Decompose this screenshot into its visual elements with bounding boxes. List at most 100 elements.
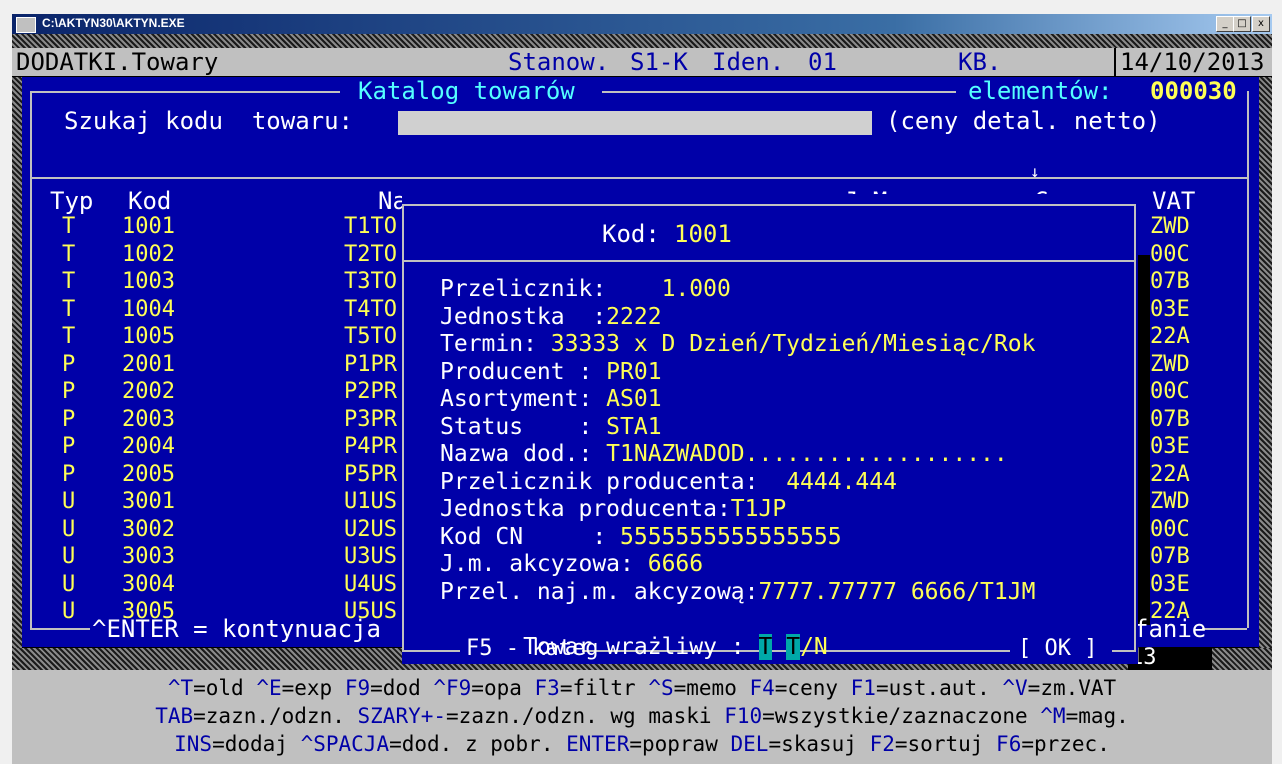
iden-value: 01 bbox=[808, 48, 837, 76]
frame-bottom-right bbox=[1202, 628, 1247, 630]
shortcut-key[interactable]: F10 bbox=[724, 704, 762, 728]
shortcut-key[interactable]: ENTER bbox=[566, 732, 629, 756]
shortcut-action: =dodaj bbox=[212, 732, 301, 756]
row-typ: T bbox=[62, 214, 76, 239]
dialog-field-value[interactable]: STA1 bbox=[606, 414, 661, 440]
row-nazwa: P5PR bbox=[344, 461, 397, 487]
shortcut-key[interactable]: ^F9 bbox=[433, 676, 471, 700]
ok-button[interactable]: [ OK ] bbox=[1018, 636, 1097, 662]
sensitive-option-t1[interactable]: T bbox=[758, 633, 773, 660]
continue-hint: ^ENTER = kontynuacja bbox=[92, 615, 381, 643]
dialog-field-value[interactable]: AS01 bbox=[606, 386, 661, 412]
shortcut-key[interactable]: DEL bbox=[731, 732, 769, 756]
dialog-field[interactable]: Termin: 33333 x D Dzień/Tydzień/Miesiąc/… bbox=[440, 331, 1035, 359]
shortcut-action: =ust.aut. bbox=[875, 676, 1003, 700]
shortcut-key[interactable]: F2 bbox=[870, 732, 895, 756]
row-kod: 2003 bbox=[122, 406, 175, 432]
row-vat: 22A bbox=[1150, 324, 1190, 349]
dialog-field-label: Nazwa dod.: bbox=[440, 441, 607, 467]
shortcut-key[interactable]: ^SPACJA bbox=[301, 732, 390, 756]
col-vat[interactable]: VAT bbox=[1152, 187, 1195, 215]
row-kod: 3003 bbox=[122, 544, 175, 569]
dialog-field-value[interactable]: 1.000 bbox=[662, 276, 731, 302]
row-vat: 07B bbox=[1150, 269, 1190, 294]
dialog-field-value[interactable]: 5555555555555555 bbox=[620, 524, 842, 550]
shortcut-action: =opa bbox=[471, 676, 535, 700]
row-typ: P bbox=[62, 406, 76, 432]
row-nazwa: U4US bbox=[344, 571, 397, 597]
row-nazwa: P2PR bbox=[344, 379, 397, 404]
window-titlebar[interactable]: C:\AKTYN30\AKTYN.EXE _ □ x bbox=[12, 14, 1272, 34]
row-typ: U bbox=[62, 599, 76, 624]
row-kod: 3002 bbox=[122, 516, 175, 542]
col-typ[interactable]: Typ bbox=[50, 187, 93, 215]
console-area: DODATKI.Towary Stanow. S1-K Iden. 01 KB.… bbox=[12, 34, 1272, 764]
dialog-field[interactable]: Przelicznik: 1.000 bbox=[440, 276, 731, 304]
col-kod[interactable]: Kod bbox=[128, 187, 171, 215]
dialog-field-value[interactable]: 33333 x D Dzień/Tydzień/Miesiąc/Rok bbox=[551, 331, 1036, 357]
shortcut-key[interactable]: F4 bbox=[749, 676, 774, 700]
row-vat: 00C bbox=[1150, 241, 1190, 267]
maximize-button[interactable]: □ bbox=[1233, 16, 1251, 32]
frame-top-left bbox=[30, 91, 340, 93]
shortcut-action: =skasuj bbox=[768, 732, 870, 756]
dialog-field-value[interactable]: 2222 bbox=[606, 304, 661, 330]
shortcut-key[interactable]: SZARY+- bbox=[358, 704, 447, 728]
dialog-field-value[interactable]: T1NAZWADOD................... bbox=[606, 441, 1008, 467]
row-typ: P bbox=[62, 351, 76, 377]
row-vat: 07B bbox=[1150, 406, 1190, 432]
dialog-field[interactable]: Przelicznik producenta: 4444.444 bbox=[440, 469, 897, 497]
dialog-field[interactable]: Kod CN : 5555555555555555 bbox=[440, 524, 842, 552]
search-input[interactable] bbox=[398, 111, 872, 135]
dialog-field[interactable]: Jednostka :2222 bbox=[440, 304, 662, 332]
row-kod: 1005 bbox=[122, 324, 175, 349]
shortcut-key[interactable]: ^M bbox=[1040, 704, 1065, 728]
shortcut-key[interactable]: F3 bbox=[535, 676, 560, 700]
dialog-field-value[interactable]: T1JP bbox=[731, 496, 786, 522]
row-kod: 2004 bbox=[122, 434, 175, 459]
elements-count: 000030 bbox=[1150, 77, 1237, 105]
category-hint[interactable]: F5 - kateg bbox=[466, 636, 598, 662]
dialog-field[interactable]: Jednostka producenta:T1JP bbox=[440, 496, 786, 524]
shortcut-key[interactable]: ^S bbox=[648, 676, 673, 700]
dialog-field-value[interactable]: PR01 bbox=[606, 359, 661, 385]
dialog-field[interactable]: J.m. akcyzowa: 6666 bbox=[440, 551, 703, 579]
dialog-field-label: Przel. naj.m. akcyzową: bbox=[440, 578, 759, 605]
sensitive-option-t2[interactable]: T bbox=[786, 633, 801, 660]
dialog-field[interactable]: Przel. naj.m. akcyzową:7777.77777 6666/T… bbox=[440, 579, 1035, 607]
row-kod: 3001 bbox=[122, 489, 175, 514]
dialog-field-label: Asortyment: bbox=[440, 386, 607, 412]
row-vat: ZWD bbox=[1150, 351, 1190, 377]
shortcut-key[interactable]: F6 bbox=[996, 732, 1021, 756]
shortcut-key[interactable]: F9 bbox=[345, 676, 370, 700]
dialog-field[interactable]: Nazwa dod.: T1NAZWADOD..................… bbox=[440, 441, 1008, 469]
shortcut-key[interactable]: F1 bbox=[851, 676, 876, 700]
close-button[interactable]: x bbox=[1252, 16, 1270, 32]
dialog-field-value[interactable]: 4444.444 bbox=[786, 469, 897, 495]
help-line: TAB=zazn./odzn. SZARY+-=zazn./odzn. wg m… bbox=[12, 702, 1272, 730]
dialog-field[interactable]: Asortyment: AS01 bbox=[440, 386, 662, 414]
dialog-field[interactable]: Producent : PR01 bbox=[440, 359, 662, 387]
shortcut-action: =wszystkie/zaznaczone bbox=[762, 704, 1041, 728]
minimize-button[interactable]: _ bbox=[1216, 16, 1234, 32]
row-nazwa: T3TO bbox=[344, 269, 397, 294]
status-divider bbox=[1114, 48, 1116, 76]
row-vat: 07B bbox=[1150, 544, 1190, 569]
shortcut-key[interactable]: ^T bbox=[168, 676, 193, 700]
dialog-field-label: J.m. akcyzowa: bbox=[440, 551, 648, 577]
row-typ: T bbox=[62, 269, 76, 294]
shortcut-key[interactable]: ^E bbox=[256, 676, 281, 700]
dialog-field[interactable]: Status : STA1 bbox=[440, 414, 662, 442]
sort-arrow-icon: ↓ bbox=[1030, 162, 1040, 181]
shortcut-key[interactable]: TAB bbox=[155, 704, 193, 728]
shortcut-action: =popraw bbox=[629, 732, 731, 756]
dialog-field-value[interactable]: 6666 bbox=[648, 551, 703, 577]
sensitive-option-n[interactable]: /N bbox=[800, 634, 828, 660]
row-typ: T bbox=[62, 296, 76, 322]
dialog-field-value[interactable]: 7777.77777 6666/T1JM bbox=[759, 579, 1036, 605]
shortcut-key[interactable]: ^V bbox=[1002, 676, 1027, 700]
app-icon bbox=[16, 17, 36, 33]
dialog-field-label: Jednostka : bbox=[440, 303, 607, 330]
shortcut-key[interactable]: INS bbox=[174, 732, 212, 756]
dialog-bottom-right bbox=[1112, 650, 1136, 652]
